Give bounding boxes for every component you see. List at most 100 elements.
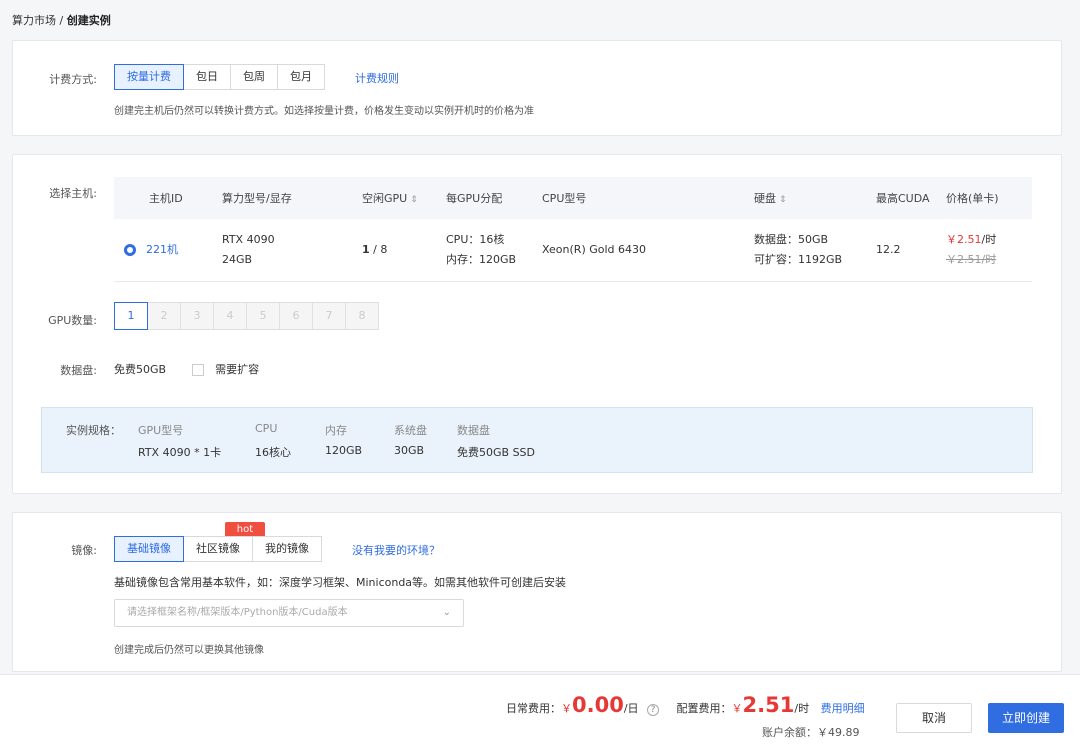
- col-cpu-model-label: CPU型号: [542, 192, 587, 205]
- missing-env-link[interactable]: 没有我要的环境？: [352, 542, 440, 558]
- host-table-header: 主机ID 算力型号/显存 空闲GPU ⇕ 每GPU分配 CPU型号 硬盘 ⇕ 最高C…: [114, 177, 1032, 219]
- gpu-count-label: GPU数量:: [48, 314, 97, 327]
- image-tabs: 基础镜像 社区镜像 我的镜像: [114, 536, 322, 562]
- spec-value-datadisk: 免费50GB SSD: [457, 446, 535, 459]
- col-free-gpu[interactable]: 空闲GPU ⇕: [354, 177, 438, 219]
- billing-hint: 创建完主机后仍然可以转换计费方式。如选择按量计费，价格发生变动以实例开机时的价格…: [114, 106, 534, 117]
- host-table: 主机ID 算力型号/显存 空闲GPU ⇕ 每GPU分配 CPU型号 硬盘 ⇕ 最高C…: [114, 177, 1032, 282]
- gpu-count-option[interactable]: 7: [312, 302, 346, 330]
- config-cost-amount: 2.51: [742, 693, 795, 717]
- gpu-count-option[interactable]: 1: [114, 302, 148, 330]
- sort-icon[interactable]: ⇕: [779, 195, 787, 205]
- data-disk-row: 免费50GB 需要扩容: [114, 361, 259, 377]
- host-radio[interactable]: [124, 243, 136, 256]
- disk-expand: 可扩容：1192GB: [754, 252, 843, 266]
- spec-header-gpu: GPU型号: [138, 424, 184, 437]
- footer-bar: 日常费用：￥0.00/日 ? 配置费用：￥2.51/时 费用明细 账户余额：￥4…: [0, 674, 1080, 755]
- col-host-id: 主机ID: [114, 177, 214, 219]
- daily-cost-currency: ￥: [561, 702, 572, 715]
- free-gpu-count: 1: [362, 242, 370, 256]
- cancel-button[interactable]: 取消: [896, 703, 972, 733]
- cuda-cell: 12.2: [868, 219, 938, 282]
- billing-segment: 按量计费 包日 包周 包月: [114, 64, 325, 90]
- spec-panel: 实例规格： GPU型号 CPU 内存 系统盘 数据盘 RTX 4090 * 1卡…: [41, 407, 1033, 473]
- gpu-count-option[interactable]: 5: [246, 302, 280, 330]
- table-row[interactable]: 221机 RTX 4090 24GB 1 / 8 CPU：16核 内存：120GB …: [114, 219, 1032, 282]
- help-icon[interactable]: ?: [647, 704, 660, 716]
- price-current: ￥2.51/时: [946, 230, 1032, 250]
- balance-value: ￥49.89: [817, 726, 860, 739]
- billing-option-monthly[interactable]: 包月: [277, 64, 325, 90]
- cpu-alloc: CPU：16核: [446, 232, 505, 246]
- daily-cost-unit: /日: [623, 702, 639, 715]
- sort-icon[interactable]: ⇕: [410, 195, 418, 205]
- col-price: 价格(单卡): [938, 177, 1032, 219]
- breadcrumb-parent[interactable]: 算力市场: [12, 14, 56, 27]
- balance-label: 账户余额：: [762, 726, 817, 739]
- col-cpu-model: CPU型号: [534, 177, 746, 219]
- breadcrumb-current: 创建实例: [66, 14, 111, 27]
- billing-option-daily[interactable]: 包日: [183, 64, 231, 90]
- col-per-gpu-label: 每GPU分配: [446, 192, 503, 205]
- billing-label: 计费方式:: [49, 73, 97, 86]
- expand-checkbox[interactable]: [191, 364, 204, 376]
- free-gpu-cell: 1 / 8: [354, 219, 438, 282]
- price-cell: ￥2.51/时 ￥2.51/时: [938, 219, 1032, 282]
- host-id-cell: 221机: [114, 219, 214, 282]
- image-select-placeholder: 请选择框架名称/框架版本/Python版本/Cuda版本: [127, 607, 348, 618]
- col-disk[interactable]: 硬盘 ⇕: [746, 177, 868, 219]
- image-select[interactable]: 请选择框架名称/框架版本/Python版本/Cuda版本 ⌄: [114, 599, 464, 627]
- gpu-count-option[interactable]: 8: [345, 302, 379, 330]
- billing-option-hourly[interactable]: 按量计费: [114, 64, 184, 90]
- image-card: 镜像: hot 基础镜像 社区镜像 我的镜像 没有我要的环境？ 基础镜像包含常用…: [12, 512, 1062, 672]
- expand-label[interactable]: 需要扩容: [215, 363, 259, 376]
- create-button[interactable]: 立即创建: [988, 703, 1064, 733]
- spec-value-cpu: 16核心: [255, 446, 291, 459]
- total-gpu-count: / 8: [373, 242, 388, 256]
- tab-base-image[interactable]: 基础镜像: [114, 536, 184, 562]
- host-label: 选择主机:: [49, 187, 97, 200]
- data-disk-label: 数据盘:: [60, 364, 97, 377]
- billing-card: 计费方式: 按量计费 包日 包周 包月 计费规则 创建完主机后仍然可以转换计费方…: [12, 40, 1062, 136]
- cost-summary: 日常费用：￥0.00/日 ? 配置费用：￥2.51/时 费用明细: [506, 693, 865, 717]
- disk-cell: 数据盘：50GB 可扩容：1192GB: [746, 219, 868, 282]
- config-cost-currency: ￥: [731, 702, 743, 715]
- gpu-model: RTX 4090: [222, 232, 275, 246]
- gpu-count-option[interactable]: 3: [180, 302, 214, 330]
- host-id[interactable]: 221机: [146, 243, 178, 256]
- tab-my-image[interactable]: 我的镜像: [252, 536, 322, 562]
- col-per-gpu: 每GPU分配: [438, 177, 534, 219]
- spec-header-datadisk: 数据盘: [457, 424, 490, 437]
- config-cost-unit: /时: [794, 702, 810, 715]
- breadcrumb-separator: /: [59, 14, 64, 27]
- gpu-count-option[interactable]: 4: [213, 302, 247, 330]
- col-disk-label: 硬盘: [754, 192, 776, 205]
- image-desc: 基础镜像包含常用基本软件，如：深度学习框架、Miniconda等。如需其他软件可…: [114, 576, 567, 589]
- tab-community-image[interactable]: 社区镜像: [183, 536, 253, 562]
- chevron-down-icon: ⌄: [442, 607, 451, 618]
- gpu-model-cell: RTX 4090 24GB: [214, 219, 354, 282]
- gpu-count-selector: 1 2 3 4 5 6 7 8: [114, 302, 379, 330]
- cpu-model-cell: Xeon(R) Gold 6430: [534, 219, 746, 282]
- spec-value-mem: 120GB: [325, 444, 363, 457]
- spec-label: 实例规格：: [66, 424, 121, 437]
- daily-cost-label: 日常费用：: [506, 702, 561, 715]
- image-footer-hint: 创建完成后仍然可以更换其他镜像: [114, 645, 264, 656]
- spec-header-mem: 内存: [325, 424, 347, 437]
- billing-rules-link[interactable]: 计费规则: [355, 70, 399, 86]
- col-gpu-model: 算力型号/显存: [214, 177, 354, 219]
- cost-detail-link[interactable]: 费用明细: [821, 702, 865, 715]
- gpu-memory: 24GB: [222, 252, 253, 266]
- spec-value-sysdisk: 30GB: [394, 444, 425, 457]
- spec-value-gpu: RTX 4090 * 1卡: [138, 446, 222, 459]
- billing-option-weekly[interactable]: 包周: [230, 64, 278, 90]
- gpu-count-option[interactable]: 2: [147, 302, 181, 330]
- price-unit: /时: [981, 232, 997, 246]
- gpu-count-option[interactable]: 6: [279, 302, 313, 330]
- host-card: 选择主机: 主机ID 算力型号/显存 空闲GPU ⇕ 每GPU分配 CPU型号 硬…: [12, 154, 1062, 494]
- col-cuda: 最高CUDA: [868, 177, 938, 219]
- col-cuda-label: 最高CUDA: [876, 192, 930, 205]
- price-original: ￥2.51/时: [946, 252, 997, 266]
- col-gpu-model-label: 算力型号/显存: [222, 192, 292, 205]
- data-disk-free: 免费50GB: [114, 363, 167, 376]
